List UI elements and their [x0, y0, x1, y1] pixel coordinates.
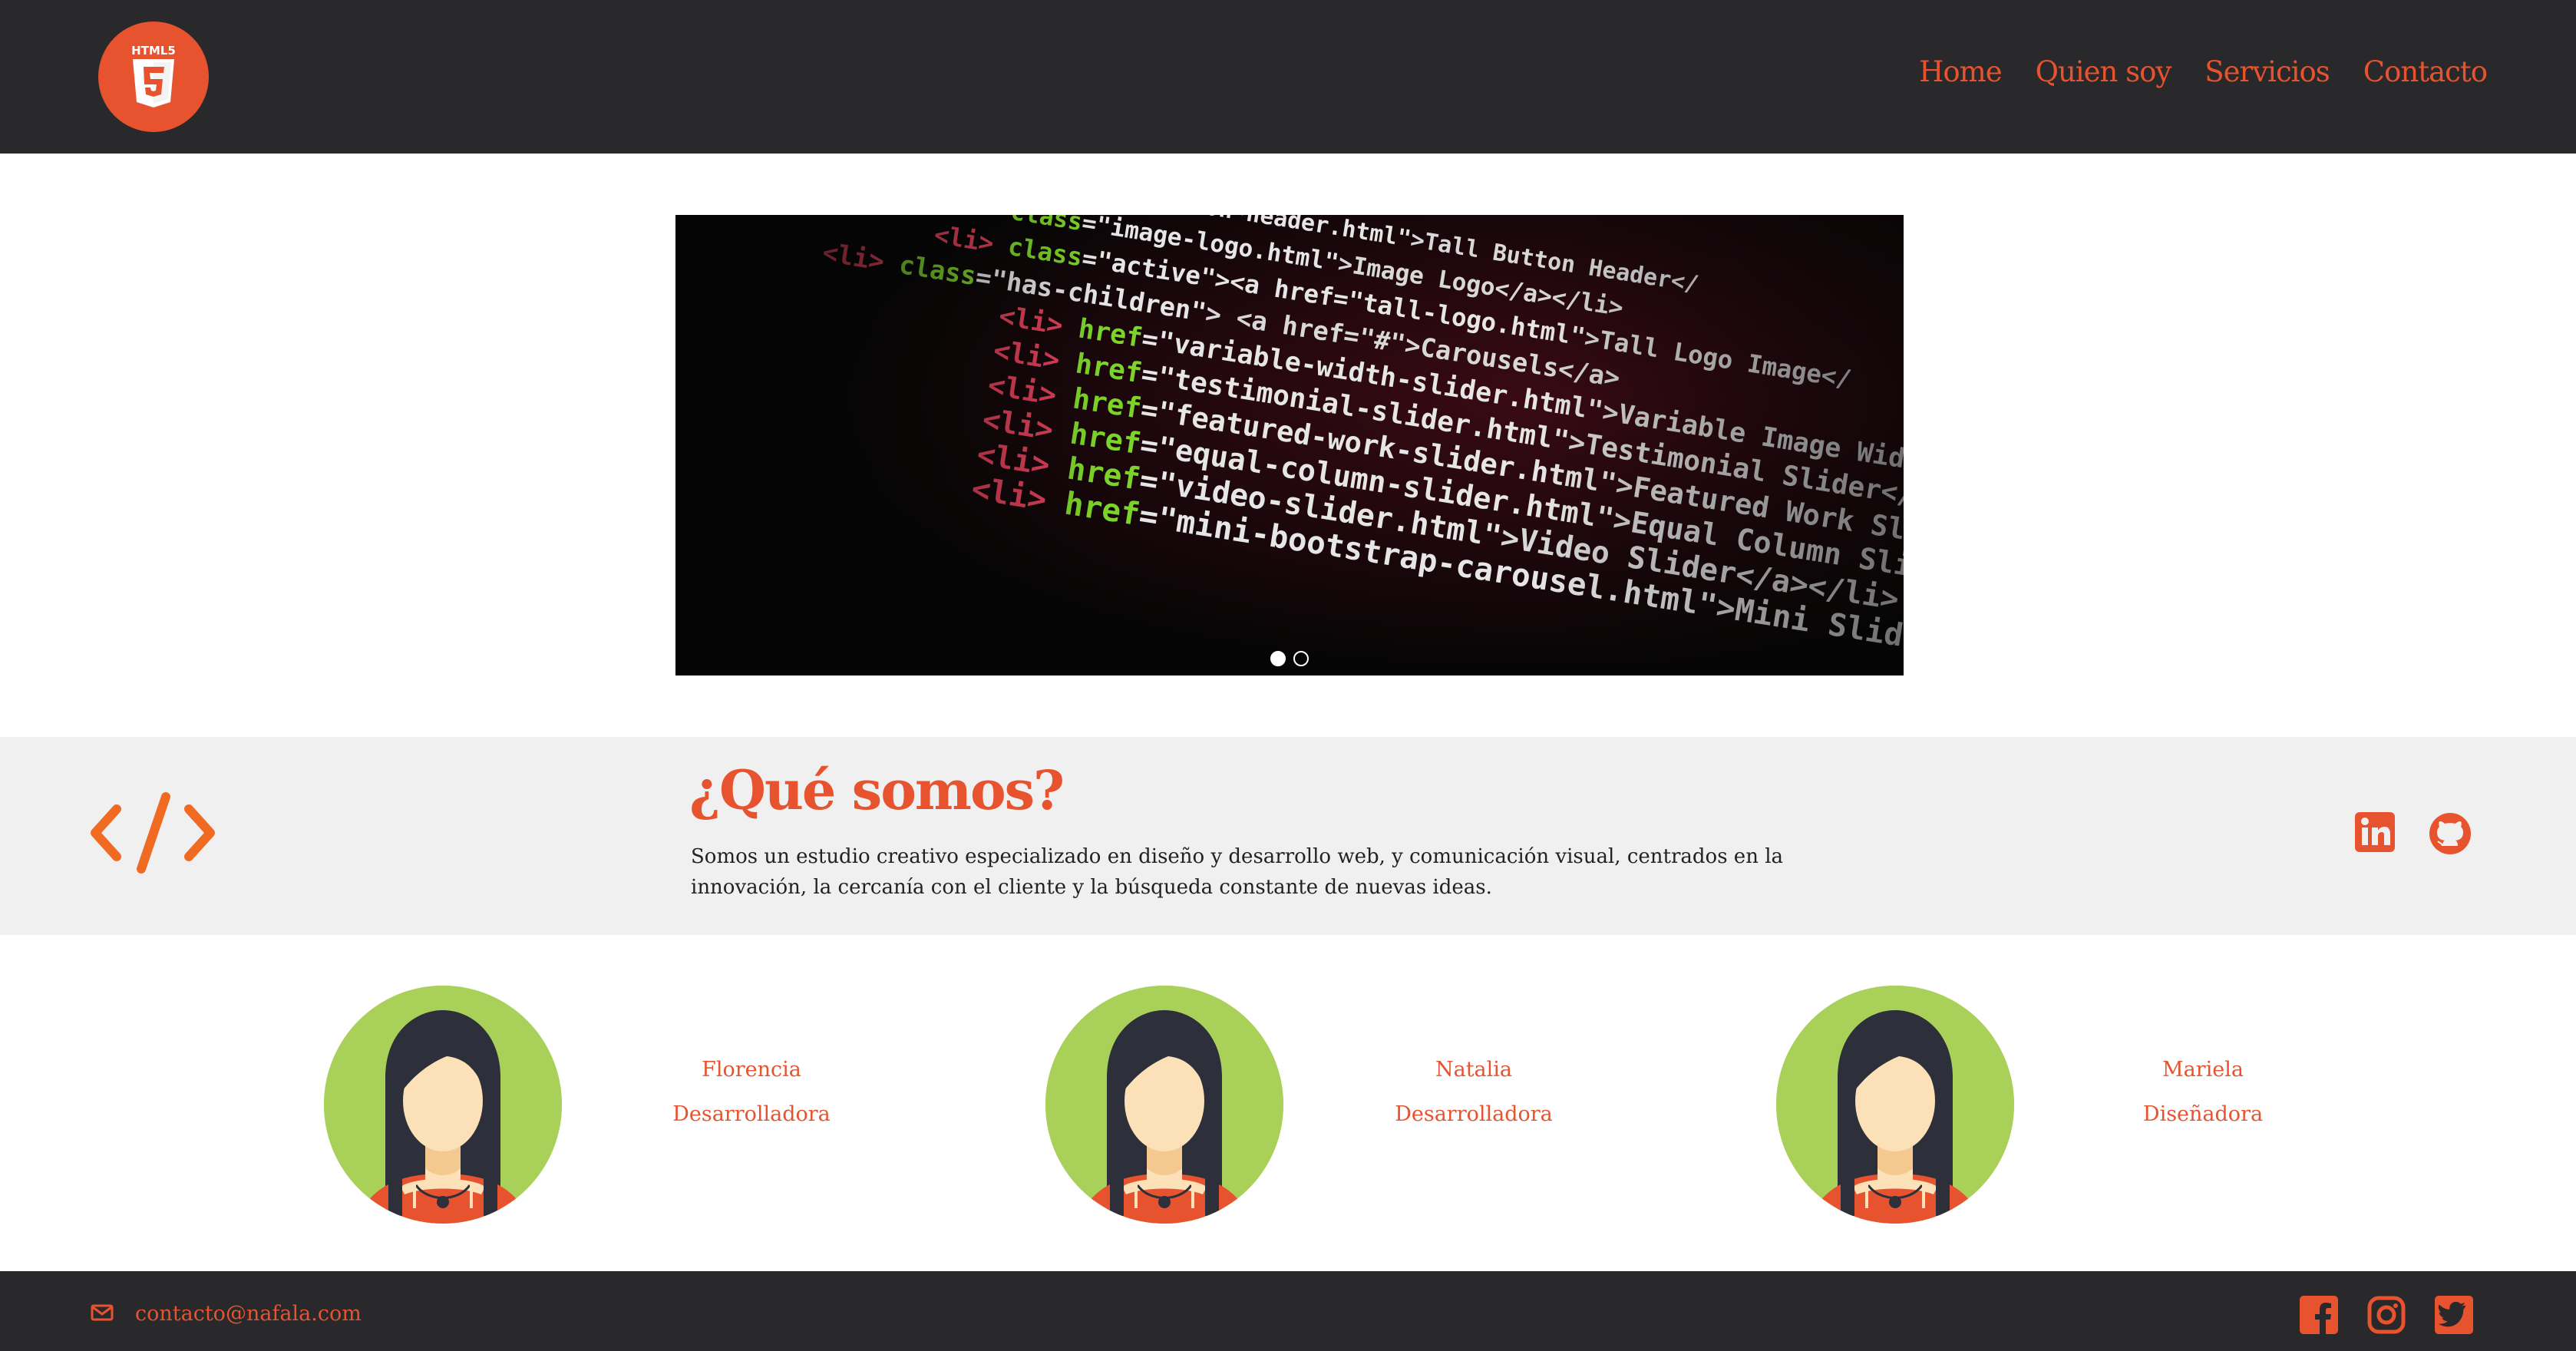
- team-member-card: Natalia Desarrolladora: [1045, 986, 1553, 1224]
- code-screenshot-image: <a> href="tall-button-header.html">Tall …: [675, 215, 1904, 676]
- html5-logo-icon[interactable]: HTML5: [98, 21, 209, 132]
- member-info: Florencia Desarrolladora: [636, 1055, 867, 1130]
- nav-contacto[interactable]: Contacto: [2363, 55, 2488, 88]
- linkedin-icon[interactable]: [2355, 812, 2395, 858]
- team-member-card: Mariela Diseñadora: [1776, 986, 2263, 1224]
- envelope-icon: [91, 1304, 114, 1324]
- member-role: Desarrolladora: [1395, 1102, 1553, 1126]
- member-name: Natalia: [1435, 1058, 1513, 1082]
- about-description: Somos un estudio creativo especializado …: [691, 845, 1784, 899]
- about-section: [0, 737, 2576, 935]
- member-info: Natalia Desarrolladora: [1359, 1055, 1589, 1130]
- code-icon: [91, 791, 215, 878]
- instagram-icon[interactable]: [2367, 1296, 2406, 1337]
- about-title: ¿Qué somos?: [689, 758, 1065, 822]
- nav-home[interactable]: Home: [1919, 55, 2003, 88]
- carousel-dot-2[interactable]: [1293, 651, 1309, 666]
- member-name: Mariela: [2162, 1058, 2244, 1082]
- team-member-card: Florencia Desarrolladora: [324, 986, 831, 1224]
- avatar: [1045, 986, 1283, 1224]
- avatar: [324, 986, 562, 1224]
- site-footer: [0, 1271, 2576, 1351]
- member-name: Florencia: [702, 1058, 801, 1082]
- member-role: Diseñadora: [2142, 1102, 2264, 1126]
- social-links-top: [2355, 812, 2472, 858]
- email-link[interactable]: contacto@nafala.com: [135, 1302, 362, 1326]
- hero-carousel[interactable]: <a> href="tall-button-header.html">Tall …: [675, 215, 1904, 676]
- site-header: HTML5 Home Quien soy Servicios Contacto: [0, 0, 2576, 154]
- carousel-indicators: [675, 651, 1904, 666]
- social-links-bottom: [2300, 1296, 2473, 1337]
- avatar: [1776, 986, 2014, 1224]
- carousel-dot-1[interactable]: [1270, 651, 1286, 666]
- nav-quien-soy[interactable]: Quien soy: [2036, 55, 2172, 88]
- member-info: Mariela Diseñadora: [2088, 1055, 2318, 1130]
- nav-servicios[interactable]: Servicios: [2204, 55, 2330, 88]
- member-role: Desarrolladora: [672, 1102, 831, 1126]
- main-nav: Home Quien soy Servicios Contacto: [1919, 55, 2488, 88]
- twitter-icon[interactable]: [2435, 1296, 2473, 1337]
- github-icon[interactable]: [2429, 812, 2472, 858]
- svg-text:HTML5: HTML5: [131, 44, 176, 58]
- contact-email[interactable]: contacto@nafala.com: [91, 1302, 362, 1326]
- facebook-icon[interactable]: [2300, 1296, 2338, 1337]
